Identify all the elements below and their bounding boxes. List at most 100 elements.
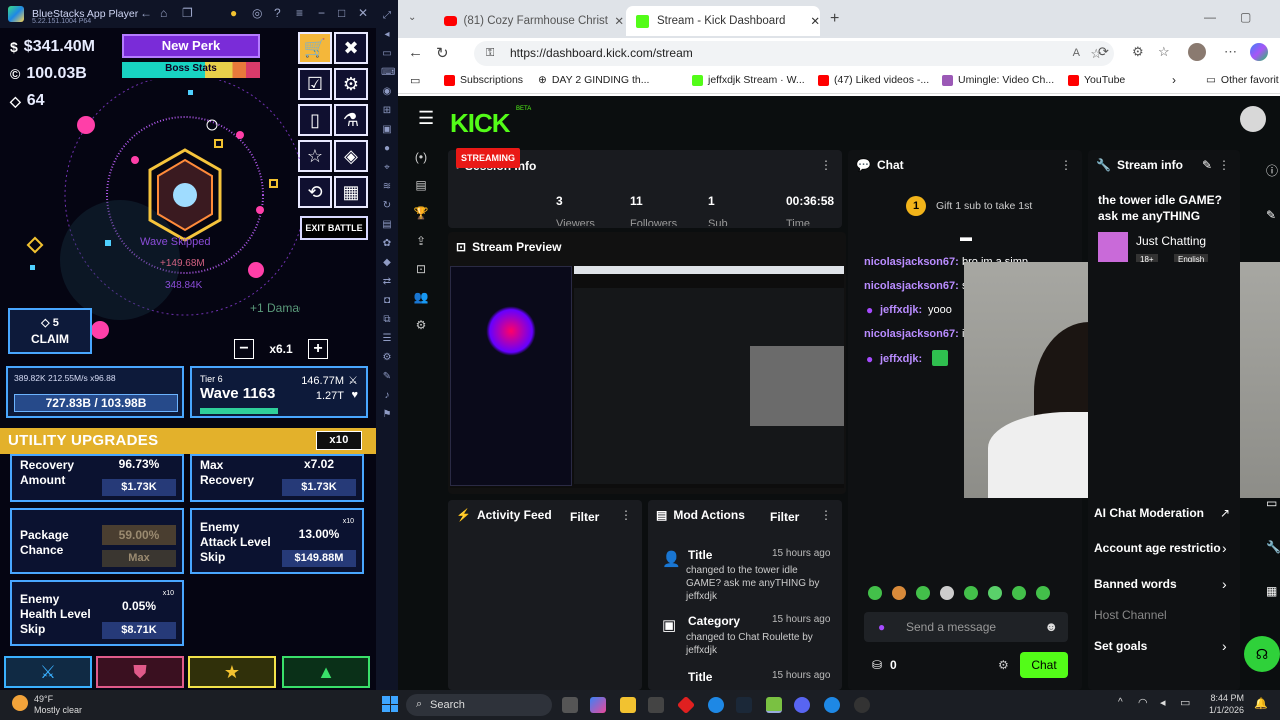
maximize-icon[interactable]: □ — [338, 6, 345, 20]
kick-logo[interactable]: KICK — [450, 108, 511, 139]
upgrade-price-button[interactable]: $149.88M — [282, 550, 356, 567]
utility-tab-star-icon[interactable]: ★ — [188, 656, 276, 688]
upgrade-price-button[interactable]: $8.71K — [102, 622, 176, 639]
edit-side-icon[interactable]: ✎ — [1266, 208, 1276, 222]
close-game-icon[interactable]: ✖ — [334, 32, 368, 64]
emote-icon[interactable] — [1012, 586, 1026, 600]
history-icon[interactable]: ⟲ — [298, 176, 332, 208]
discord-icon[interactable] — [794, 697, 810, 713]
bookmark-day2[interactable]: ⊕ DAY 2 GINDING th... — [538, 74, 649, 86]
bookmark-liked-videos[interactable]: (47) Liked videos -... — [818, 74, 929, 86]
camera-icon[interactable]: ◘ — [381, 293, 393, 308]
tab-youtube[interactable]: (81) Cozy Farmhouse Christmas Ar ✕ — [434, 6, 624, 36]
chat-username[interactable]: jeffxdjk: — [880, 304, 922, 316]
activity-filter-button[interactable]: Filter — [570, 510, 599, 524]
clock-date[interactable]: 1/1/2026 — [1204, 705, 1244, 715]
display-icon[interactable]: ▭ — [381, 46, 393, 61]
exit-battle-button[interactable]: EXIT BATTLE — [300, 216, 368, 240]
weather-text[interactable]: Mostly clear — [34, 705, 82, 715]
screenshot-icon[interactable]: ▣ — [381, 122, 393, 137]
hamburger-menu-icon[interactable]: ☰ — [418, 108, 434, 129]
emote-icon[interactable] — [940, 586, 954, 600]
settings-icon[interactable]: ⚙ — [416, 318, 427, 332]
taskbar-search-box[interactable]: ⌕ Search — [406, 694, 552, 716]
chevron-right-icon[interactable]: › — [1222, 540, 1227, 556]
record-icon[interactable]: ● — [381, 141, 393, 156]
read-aloud-icon[interactable]: A — [1073, 41, 1080, 66]
obs-icon[interactable] — [854, 697, 870, 713]
defense-tab-shield-icon[interactable]: ⛊ — [96, 656, 184, 688]
menu-ai-chat-moderation[interactable]: AI Chat Moderation — [1094, 506, 1204, 520]
chat-input-box[interactable]: ● Send a message ☻ — [864, 612, 1068, 642]
help-chat-bubble-icon[interactable]: ☊ — [1244, 636, 1280, 672]
minimize-icon[interactable]: − — [318, 6, 325, 20]
tab-list-chevron-icon[interactable]: ⌄ — [408, 12, 416, 23]
tray-wifi-icon[interactable]: ◠ — [1138, 696, 1148, 709]
grid-side-icon[interactable]: ▦ — [1266, 584, 1277, 598]
bookmarks-overflow-chevron-icon[interactable]: › — [1172, 73, 1176, 87]
emote-icon[interactable] — [988, 586, 1002, 600]
menu-set-goals[interactable]: Set goals — [1094, 639, 1147, 653]
clips-icon[interactable]: ⊡ — [416, 262, 426, 276]
media-icon[interactable]: ♪ — [381, 388, 393, 403]
close-icon[interactable]: ✕ — [358, 6, 368, 20]
upgrade-price-button[interactable]: Max — [102, 550, 176, 567]
tools-icon[interactable]: ✎ — [381, 369, 393, 384]
new-tab-icon[interactable]: + — [830, 10, 839, 28]
chat-username[interactable]: nicolasjackson67: — [864, 256, 959, 268]
stream-preview-video[interactable] — [450, 266, 844, 488]
favorites-icon[interactable]: ☆ — [1158, 44, 1170, 60]
profile-avatar[interactable] — [1188, 43, 1206, 61]
instance-icon[interactable]: ⧉ — [381, 312, 393, 327]
url-field[interactable]: ⚿ https://dashboard.kick.com/stream A ☆ — [474, 41, 1114, 66]
chat-settings-icon[interactable]: ⚙ — [998, 658, 1009, 672]
speed-increase-button[interactable]: + — [307, 339, 328, 359]
upgrade-price-button[interactable]: $1.73K — [102, 479, 176, 496]
diamond-icon[interactable]: ◈ — [334, 140, 368, 172]
emote-icon[interactable] — [1036, 586, 1050, 600]
tab-close-icon[interactable]: ✕ — [614, 14, 624, 28]
points-icon[interactable]: ⛁ — [872, 658, 882, 672]
shop-cart-icon[interactable]: 🛒 — [298, 32, 332, 64]
menu-banned-words[interactable]: Banned words — [1094, 577, 1177, 591]
location-icon[interactable]: ⌖ — [381, 160, 393, 175]
speed-decrease-button[interactable]: − — [234, 339, 254, 359]
volume-icon[interactable]: ◂ — [381, 27, 393, 42]
module-icon[interactable]: ▦ — [334, 176, 368, 208]
more-menu-icon[interactable]: ⋯ — [1224, 44, 1237, 60]
upgrade-card-enemy-health-level-skip[interactable]: Enemy Health Level Skip x10 0.05% $8.71K — [10, 580, 184, 646]
boss-stats-button[interactable]: Boss Stats — [122, 62, 260, 78]
tab-kick-dashboard[interactable]: Stream - Kick Dashboard ✕ — [626, 6, 820, 36]
sync-icon[interactable]: ⇄ — [381, 274, 393, 289]
bookmark-other-favorites[interactable]: ▭ Other favorit — [1206, 74, 1279, 86]
back-arrow-icon[interactable]: ← — [408, 44, 423, 61]
tray-battery-icon[interactable]: ▭ — [1180, 696, 1190, 709]
tray-volume-icon[interactable]: ◂ — [1160, 696, 1166, 709]
keyboard-icon[interactable]: ⌨ — [381, 65, 395, 80]
upgrade-card-recovery-amount[interactable]: Recovery Amount 96.73% $1.73K — [10, 454, 184, 502]
tab-close-icon[interactable]: ✕ — [810, 14, 820, 28]
bookmark-subscriptions[interactable]: Subscriptions — [444, 74, 523, 86]
reload-icon[interactable]: ↻ — [436, 44, 449, 62]
ultimate-tab-triangle-icon[interactable]: ▲ — [282, 656, 370, 688]
gear-icon[interactable]: ⚙ — [334, 68, 368, 100]
claim-gems-button[interactable]: ◇ 5 CLAIM — [8, 308, 92, 354]
chat-menu-icon[interactable]: ⋮ — [1060, 158, 1072, 172]
site-info-icon[interactable]: ⚿ — [486, 41, 494, 66]
task-view-icon[interactable] — [562, 697, 578, 713]
user-avatar[interactable] — [1240, 106, 1266, 132]
chat-username[interactable]: nicolasjackson67: — [864, 280, 959, 292]
attack-tab-sword-icon[interactable]: ⚔ — [4, 656, 92, 688]
activity-menu-icon[interactable]: ⋮ — [620, 508, 632, 522]
notifications-bell-icon[interactable]: 🔔 — [1254, 697, 1268, 710]
coin-icon[interactable]: ● — [230, 6, 237, 20]
gamepad-icon[interactable]: ◉ — [381, 84, 393, 99]
analytics-icon[interactable]: ▤ — [415, 178, 426, 192]
edge-alt-icon[interactable] — [824, 697, 840, 713]
bookmark-sidebar-icon[interactable]: ▭ — [410, 74, 420, 87]
edge-icon[interactable] — [708, 697, 724, 713]
settings-sidebar-icon[interactable]: ⚙ — [381, 350, 393, 365]
upgrade-card-max-recovery[interactable]: Max Recovery x7.02 $1.73K — [190, 454, 364, 502]
trophy-icon[interactable]: 🏆 — [414, 206, 429, 220]
weather-icon[interactable] — [12, 695, 28, 711]
